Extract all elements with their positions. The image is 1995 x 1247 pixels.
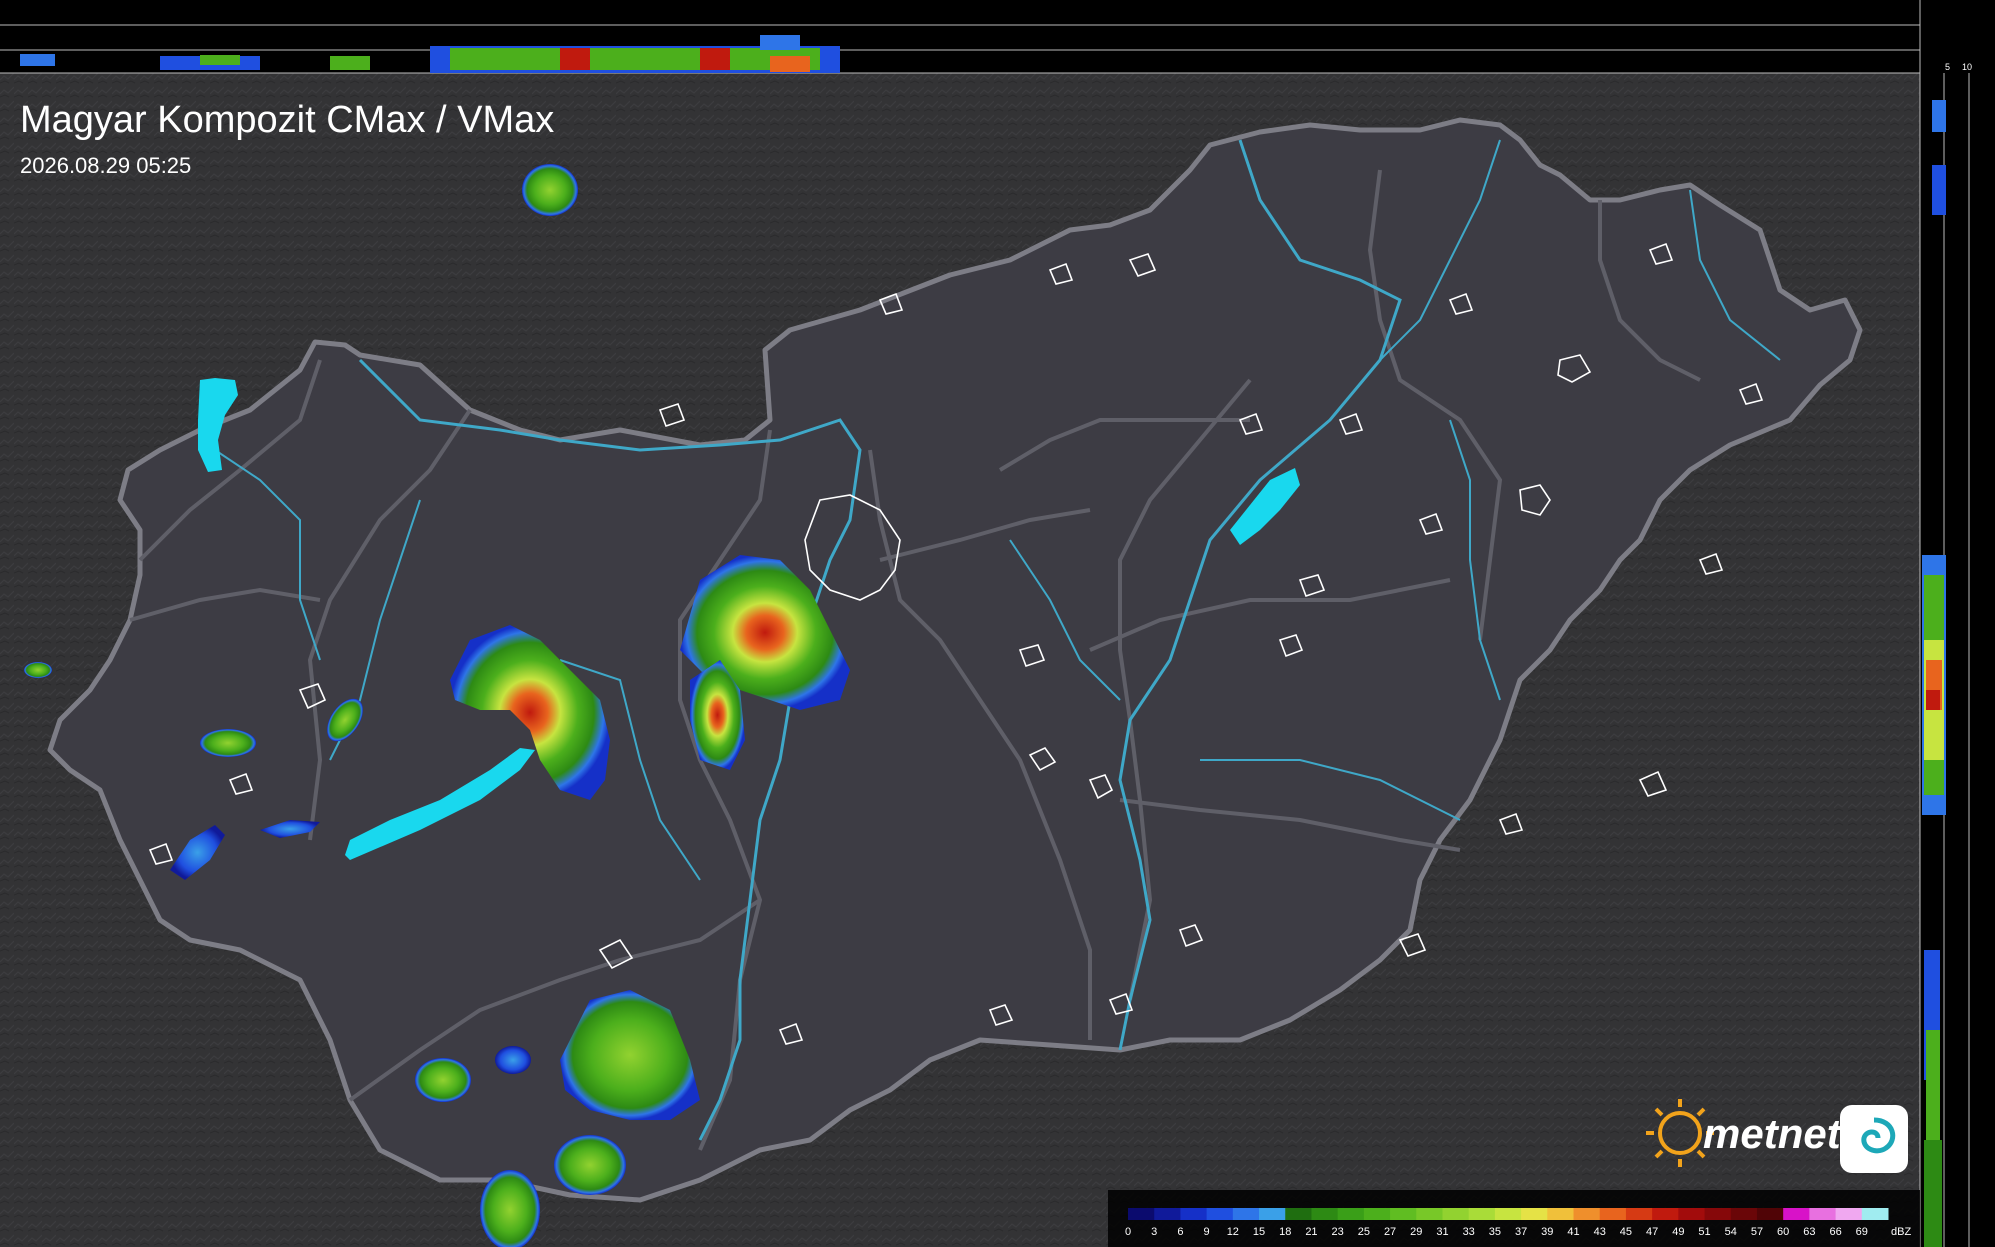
legend-tick-label: 0 (1125, 1226, 1131, 1238)
legend-swatch (1704, 1208, 1732, 1220)
legend-tick-label: 57 (1751, 1226, 1763, 1238)
legend-tick-label: 18 (1279, 1226, 1291, 1238)
dbz-legend: 0 3 6 9 12 15 18 21 23 25 27 29 31 33 35 37 39 41 43 45 47 49… (1108, 1190, 1920, 1247)
legend-tick-label: 47 (1646, 1226, 1658, 1238)
legend-swatch (1442, 1208, 1470, 1220)
legend-swatch (1809, 1208, 1837, 1220)
legend-swatch (1573, 1208, 1601, 1220)
legend-swatch (1232, 1208, 1260, 1220)
legend-swatch (1678, 1208, 1706, 1220)
right-tick-10: 10 (1962, 62, 1972, 72)
legend-tick-label: 37 (1515, 1226, 1527, 1238)
legend-tick-label: 3 (1151, 1226, 1157, 1238)
legend-swatch (1311, 1208, 1339, 1220)
legend-swatch (1259, 1208, 1286, 1220)
legend-swatch (1416, 1208, 1443, 1220)
map-datetime: 2026.08.29 05:25 (20, 153, 191, 178)
legend-swatch (1625, 1208, 1653, 1220)
legend-swatch (1783, 1208, 1810, 1220)
right-tick-5: 5 (1945, 62, 1950, 72)
legend-swatch (1730, 1208, 1758, 1220)
legend-tick-label: 21 (1305, 1226, 1317, 1238)
legend-swatch (1547, 1208, 1575, 1220)
legend-tick-label: 29 (1410, 1226, 1422, 1238)
top-profile-strip: 10 5 (0, 0, 1933, 74)
legend-tick-label: 39 (1541, 1226, 1553, 1238)
legend-tick-label: 41 (1567, 1226, 1579, 1238)
legend-swatch (1390, 1208, 1417, 1220)
legend-tick-label: 54 (1725, 1226, 1737, 1238)
metnet-wordmark: metnet (1703, 1110, 1843, 1157)
legend-tick-label: 33 (1463, 1226, 1475, 1238)
legend-unit: dBZ (1891, 1226, 1911, 1238)
legend-swatch (1599, 1208, 1627, 1220)
radar-map-stage: 10 5 5 10 (0, 0, 1995, 1247)
legend-tick-label: 45 (1620, 1226, 1632, 1238)
legend-tick-label: 43 (1594, 1226, 1606, 1238)
right-profile-strip: 5 10 (1919, 0, 1995, 1247)
legend-tick-label: 27 (1384, 1226, 1396, 1238)
legend-swatch (1206, 1208, 1234, 1220)
legend-swatch (1521, 1208, 1548, 1220)
legend-swatch (1180, 1208, 1208, 1220)
legend-tick-label: 23 (1332, 1226, 1344, 1238)
legend-swatch (1285, 1208, 1312, 1220)
legend-swatch (1861, 1208, 1889, 1220)
legend-tick-label: 60 (1777, 1226, 1789, 1238)
legend-swatch (1154, 1208, 1181, 1220)
legend-swatch (1494, 1208, 1522, 1220)
legend-tick-label: 63 (1803, 1226, 1815, 1238)
legend-tick-label: 31 (1436, 1226, 1448, 1238)
map-title: Magyar Kompozit CMax / VMax (20, 99, 554, 141)
legend-tick-label: 69 (1856, 1226, 1868, 1238)
legend-tick-label: 51 (1698, 1226, 1710, 1238)
metnet-badge (1840, 1105, 1908, 1173)
legend-tick-label: 15 (1253, 1226, 1265, 1238)
legend-swatch (1363, 1208, 1391, 1220)
legend-tick-label: 12 (1227, 1226, 1239, 1238)
legend-tick-label: 35 (1489, 1226, 1501, 1238)
legend-swatch (1835, 1208, 1863, 1220)
legend-swatch (1652, 1208, 1679, 1220)
legend-tick-label: 9 (1204, 1226, 1210, 1238)
legend-tick-label: 49 (1672, 1226, 1684, 1238)
legend-swatch (1468, 1208, 1496, 1220)
legend-swatch (1756, 1208, 1784, 1220)
legend-swatch (1128, 1208, 1155, 1220)
legend-tick-label: 6 (1177, 1226, 1183, 1238)
legend-tick-label: 25 (1358, 1226, 1370, 1238)
legend-swatch (1337, 1208, 1365, 1220)
legend-tick-label: 66 (1829, 1226, 1841, 1238)
